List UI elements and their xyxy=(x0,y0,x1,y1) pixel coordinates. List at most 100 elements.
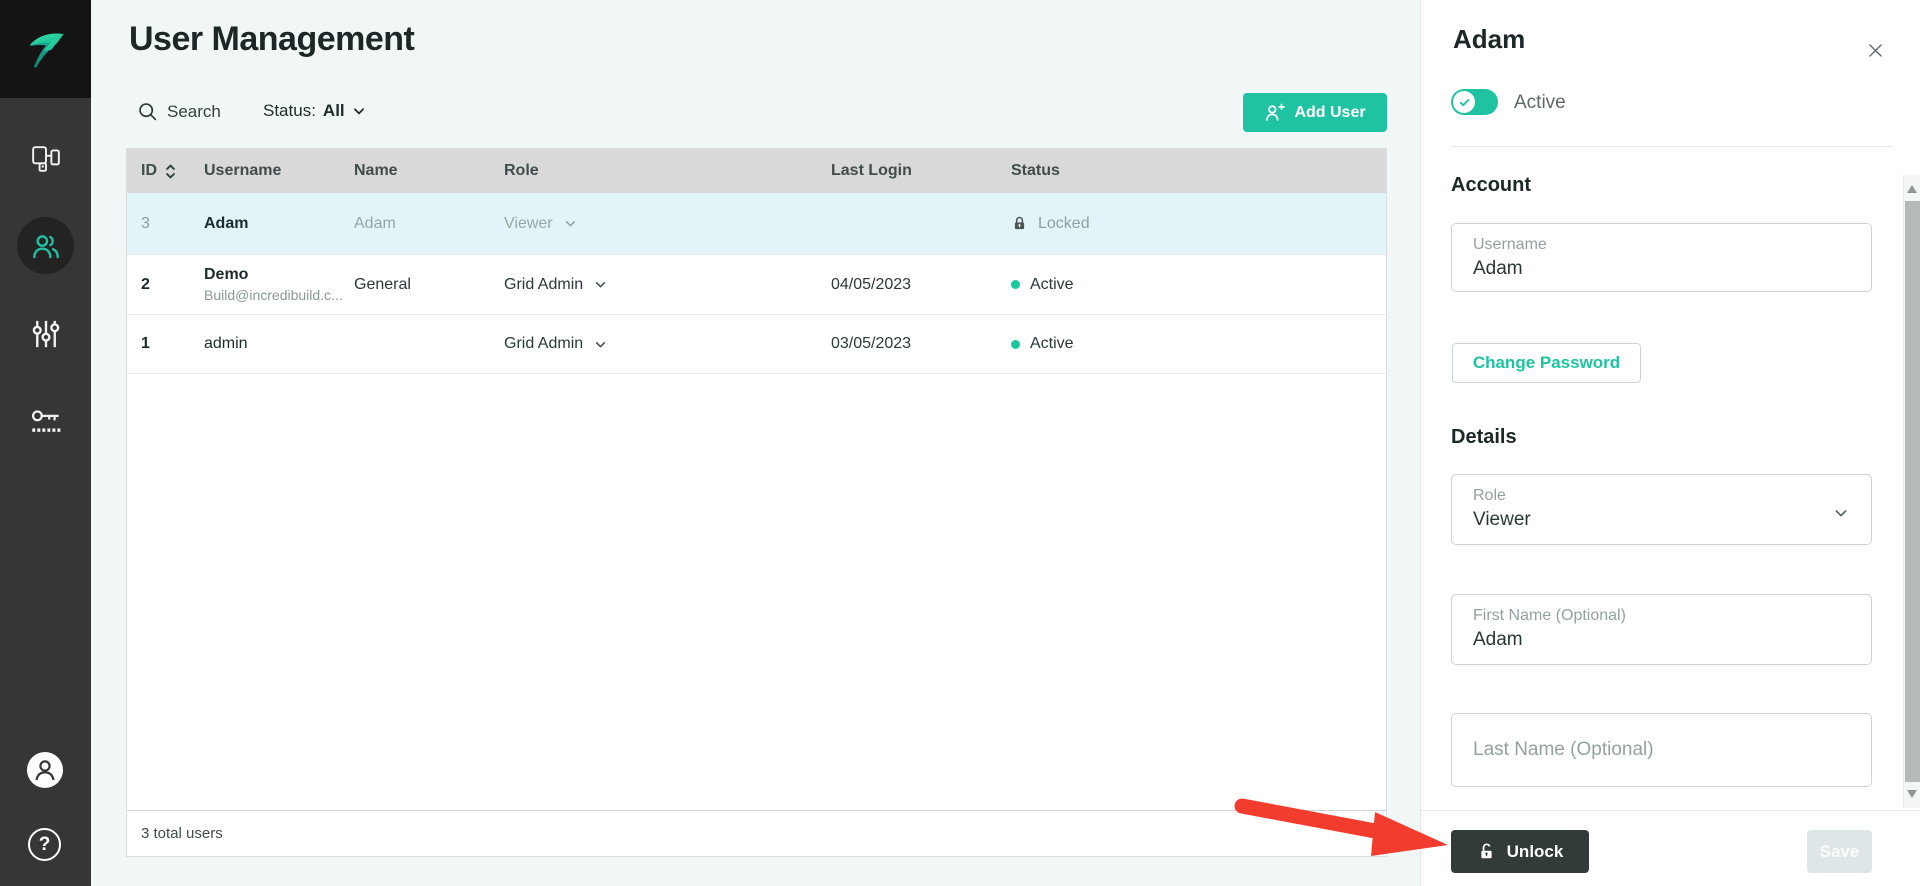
brand-logo-icon xyxy=(25,27,67,71)
column-header-name: Name xyxy=(354,162,504,180)
chevron-down-icon xyxy=(594,338,607,351)
status-filter-value: All xyxy=(323,101,345,121)
cell-status: Locked xyxy=(1011,215,1386,233)
username-field[interactable]: Username Adam xyxy=(1451,223,1872,292)
total-users-count: 3 total users xyxy=(141,825,223,842)
status-label: Locked xyxy=(1038,215,1090,233)
cell-name: Adam xyxy=(354,215,504,233)
check-icon xyxy=(1458,96,1471,109)
last-name-field[interactable]: Last Name (Optional) xyxy=(1451,713,1872,787)
cell-id: 3 xyxy=(141,215,204,233)
cell-username: Adam xyxy=(204,215,354,233)
first-name-field-value: Adam xyxy=(1473,629,1850,651)
users-table: ID Username Name Role Last Login Status … xyxy=(126,148,1387,857)
panel-scrollbar[interactable] xyxy=(1903,175,1920,808)
column-header-last-login: Last Login xyxy=(831,162,1011,180)
status-label: Active xyxy=(1030,335,1074,353)
close-panel-button[interactable] xyxy=(1861,36,1889,64)
change-password-button[interactable]: Change Password xyxy=(1452,343,1641,383)
last-name-field-placeholder: Last Name (Optional) xyxy=(1473,739,1654,761)
table-row-admin[interactable]: 1 admin Grid Admin 03/05/2023 Active xyxy=(127,315,1386,374)
table-footer: 3 total users xyxy=(127,810,1386,856)
search-icon xyxy=(137,101,158,122)
search-input[interactable]: Search xyxy=(137,101,221,122)
active-status-dot xyxy=(1011,280,1020,289)
cell-name: General xyxy=(354,276,504,294)
sidebar-item-settings[interactable] xyxy=(17,305,74,362)
chevron-down-icon xyxy=(1833,505,1849,521)
page-title: User Management xyxy=(129,20,414,59)
role-select-label: Role xyxy=(1473,487,1850,505)
sidebar-item-license[interactable] xyxy=(17,392,74,449)
sidebar-item-account[interactable] xyxy=(26,751,64,789)
role-dropdown[interactable]: Grid Admin xyxy=(504,276,831,294)
cell-username: admin xyxy=(204,335,354,353)
sidebar: ? xyxy=(0,0,91,886)
scrollbar-thumb[interactable] xyxy=(1905,201,1920,782)
status-filter-label: Status: xyxy=(263,101,316,121)
unlock-button-label: Unlock xyxy=(1507,842,1564,862)
add-user-icon xyxy=(1264,102,1285,123)
brand-logo[interactable] xyxy=(0,0,91,98)
panel-title: Adam xyxy=(1453,24,1525,55)
license-key-icon xyxy=(30,408,62,434)
add-user-label: Add User xyxy=(1294,104,1365,122)
users-icon xyxy=(30,231,62,261)
sort-icon[interactable] xyxy=(164,163,177,180)
status-filter-dropdown[interactable]: Status: All xyxy=(263,101,366,121)
table-header-row: ID Username Name Role Last Login Status xyxy=(127,149,1386,193)
search-placeholder: Search xyxy=(167,102,221,122)
sidebar-item-help[interactable]: ? xyxy=(28,828,61,861)
status-label: Active xyxy=(1030,276,1074,294)
close-icon xyxy=(1866,41,1885,60)
role-select[interactable]: Role Viewer xyxy=(1451,474,1872,545)
save-button[interactable]: Save xyxy=(1807,830,1872,873)
cell-last-login: 03/05/2023 xyxy=(831,335,1011,353)
toggle-knob xyxy=(1453,91,1475,113)
scroll-down-icon[interactable] xyxy=(1907,790,1917,798)
table-empty-area xyxy=(127,374,1386,810)
column-header-username: Username xyxy=(204,162,354,180)
active-status-dot xyxy=(1011,340,1020,349)
role-select-value: Viewer xyxy=(1473,509,1850,531)
account-section-heading: Account xyxy=(1451,174,1531,197)
role-dropdown[interactable]: Viewer xyxy=(504,215,831,233)
cell-status: Active xyxy=(1011,276,1386,294)
active-status-toggle[interactable] xyxy=(1451,89,1498,115)
agents-icon xyxy=(31,145,61,173)
chevron-down-icon xyxy=(594,278,607,291)
lock-icon xyxy=(1011,215,1028,232)
unlock-button[interactable]: Unlock xyxy=(1451,830,1589,873)
sliders-icon xyxy=(31,319,61,349)
sidebar-item-users[interactable] xyxy=(17,217,74,274)
chevron-down-icon xyxy=(564,217,577,230)
account-avatar-icon xyxy=(26,751,64,789)
username-field-label: Username xyxy=(1473,236,1850,254)
details-section-heading: Details xyxy=(1451,426,1517,449)
toggle-label: Active xyxy=(1514,92,1566,114)
divider xyxy=(1421,810,1920,811)
column-header-role: Role xyxy=(504,162,831,180)
table-row-demo[interactable]: 2 Demo Build@incredibuild.c... General G… xyxy=(127,255,1386,315)
divider xyxy=(1451,146,1893,147)
first-name-field-label: First Name (Optional) xyxy=(1473,607,1850,625)
cell-last-login: 04/05/2023 xyxy=(831,276,1011,294)
cell-id: 2 xyxy=(141,276,204,294)
help-icon: ? xyxy=(28,828,61,861)
cell-username: Demo xyxy=(204,266,354,284)
column-header-status: Status xyxy=(1011,162,1386,180)
cell-status: Active xyxy=(1011,335,1386,353)
first-name-field[interactable]: First Name (Optional) Adam xyxy=(1451,594,1872,665)
sidebar-item-agents[interactable] xyxy=(17,130,74,187)
username-field-value: Adam xyxy=(1473,258,1850,280)
add-user-button[interactable]: Add User xyxy=(1243,93,1387,132)
column-header-id[interactable]: ID xyxy=(141,162,204,180)
table-row-adam[interactable]: 3 Adam Adam Viewer Locked xyxy=(127,193,1386,255)
unlock-icon xyxy=(1477,842,1496,861)
chevron-down-icon xyxy=(352,104,366,118)
cell-email: Build@incredibuild.c... xyxy=(204,287,349,303)
user-details-panel: Adam Active Account Username Adam Change… xyxy=(1420,0,1920,886)
cell-id: 1 xyxy=(141,335,204,353)
scroll-up-icon[interactable] xyxy=(1907,185,1917,193)
role-dropdown[interactable]: Grid Admin xyxy=(504,335,831,353)
